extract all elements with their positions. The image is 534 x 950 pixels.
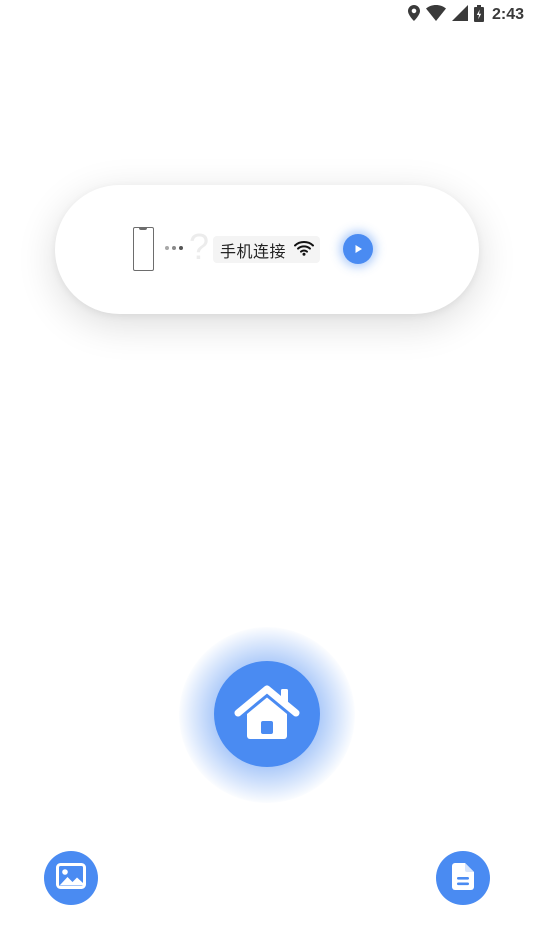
status-icons: 2:43 xyxy=(407,4,524,26)
screen: 2:43 ? 手机连接 xyxy=(0,0,534,950)
home-button[interactable] xyxy=(214,661,320,767)
phone-notch xyxy=(139,227,147,230)
connect-tag[interactable]: 手机连接 xyxy=(213,236,321,263)
signal-icon xyxy=(451,5,468,25)
play-button[interactable] xyxy=(343,234,373,264)
home-icon xyxy=(234,683,300,745)
battery-charging-icon xyxy=(473,4,484,26)
dot xyxy=(179,246,183,250)
image-icon xyxy=(56,863,86,893)
gallery-button[interactable] xyxy=(44,851,98,905)
dot xyxy=(165,246,169,250)
status-bar: 2:43 xyxy=(0,0,534,30)
play-icon xyxy=(352,240,364,259)
connect-label: 手机连接 xyxy=(220,241,287,261)
dot xyxy=(172,246,176,250)
wifi-icon xyxy=(425,5,446,25)
dots-icon xyxy=(165,246,183,250)
wifi-icon xyxy=(294,240,315,260)
phone-outline-icon xyxy=(133,227,154,271)
document-icon xyxy=(452,862,474,894)
question-mark: ? xyxy=(189,226,210,267)
status-time: 2:43 xyxy=(491,6,524,23)
location-icon xyxy=(407,5,420,25)
document-button[interactable] xyxy=(436,851,490,905)
